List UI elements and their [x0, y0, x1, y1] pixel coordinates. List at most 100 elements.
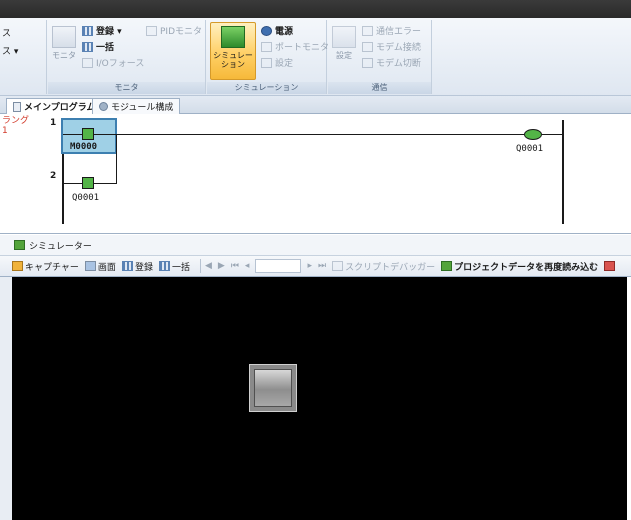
capture-label: キャプチャー: [25, 262, 79, 273]
pid-monitor-label: PIDモニタ: [160, 27, 203, 37]
all-icon: [82, 41, 93, 52]
comm-error-label: 通信エラー: [376, 27, 422, 37]
sim-settings-icon: [261, 57, 272, 68]
power-button[interactable]: 電源: [261, 24, 293, 37]
document-icon: [13, 101, 21, 112]
script-icon: [332, 261, 344, 271]
all-icon: [158, 261, 170, 271]
modem-disconnect-label: モデム切断: [376, 59, 421, 69]
rung-2-wire-right: [94, 183, 116, 184]
simulator-header: シミュレーター: [0, 235, 631, 255]
comm-settings-label: 設定: [336, 51, 352, 60]
script-debugger-button[interactable]: スクリプトデバッガー: [332, 260, 435, 273]
toolbar-separator: [199, 259, 201, 273]
all-button[interactable]: 一括: [82, 40, 114, 53]
screen-button[interactable]: 画面: [84, 260, 116, 273]
io-force-icon: [82, 57, 93, 68]
contact-label: Q0001: [72, 193, 100, 203]
simulation-label-line1: シミュレー: [213, 51, 253, 60]
rung-number: 1: [50, 118, 57, 128]
rung-2-wire-left: [63, 183, 82, 184]
comm-error-button[interactable]: 通信エラー: [362, 24, 421, 37]
reload-project-button[interactable]: プロジェクトデータを再度読み込む: [441, 260, 598, 273]
title-bar: [0, 0, 631, 18]
module-icon: [99, 102, 108, 111]
ribbon-group-monitor: モニタ 登録 ▾ 一括 I/Oフォース PIDモニタ モニタ: [48, 20, 206, 94]
reload-icon: [441, 261, 453, 271]
simulator-title: シミュレーター: [29, 241, 92, 252]
tab-module-config[interactable]: モジュール構成: [92, 98, 181, 114]
screen-label: 画面: [97, 262, 116, 273]
toolbar-register-button[interactable]: 登録: [121, 260, 153, 273]
modem-disconnect-icon: [362, 57, 373, 68]
ribbon-clipped-item-1[interactable]: ス: [2, 26, 11, 39]
prev-page-button[interactable]: ◂: [245, 261, 250, 271]
io-force-label: I/Oフォース: [96, 59, 145, 69]
first-page-button[interactable]: ⏮: [231, 261, 239, 271]
ribbon-group-communication: 設定 通信エラー モデム接続 モデム切断 通信: [328, 20, 432, 94]
simulation-icon: [221, 26, 245, 48]
coil-q0001[interactable]: [524, 129, 542, 140]
page-number-field[interactable]: [255, 259, 302, 273]
simulation-button[interactable]: シミュレー ション: [210, 22, 256, 80]
comm-error-icon: [362, 25, 373, 36]
comm-settings-icon: [332, 26, 356, 48]
side-note-line1: ラング: [2, 116, 30, 126]
power-label: 電源: [275, 27, 294, 37]
tab-main-program[interactable]: メインプログラム: [6, 98, 103, 114]
overflow-icon[interactable]: [604, 261, 616, 271]
simulator-canvas[interactable]: [12, 277, 627, 520]
ribbon-group-clipped: ス ス ▾: [0, 20, 47, 94]
sim-settings-button[interactable]: 設定: [261, 56, 293, 69]
pid-monitor-button[interactable]: PIDモニタ: [146, 24, 202, 37]
port-monitor-icon: [261, 41, 272, 52]
rung-1-wire-right: [542, 134, 562, 135]
pid-monitor-icon: [146, 25, 157, 36]
toolbar-all-button[interactable]: 一括: [158, 260, 190, 273]
monitor-icon: [52, 26, 76, 48]
io-force-button[interactable]: I/Oフォース: [82, 56, 144, 69]
back-button[interactable]: ◀: [205, 261, 212, 271]
ribbon-clipped-item-2[interactable]: ス ▾: [2, 44, 18, 57]
switch-face: [254, 369, 292, 407]
ribbon: ス ス ▾ モニタ 登録 ▾ 一括 I/Oフォース PIDモニタ モニタ シミュ…: [0, 18, 631, 96]
tab-main-program-label: メインプログラム: [24, 103, 96, 113]
last-page-button[interactable]: ⏭: [318, 261, 326, 271]
register-icon: [82, 25, 93, 36]
coil-label: Q0001: [516, 144, 544, 154]
side-note-line2: 1: [2, 126, 8, 136]
monitor-button[interactable]: モニタ: [52, 26, 76, 61]
register-button[interactable]: 登録 ▾: [82, 24, 122, 37]
comm-settings-button[interactable]: 設定: [332, 26, 356, 61]
ribbon-group-simulation: シミュレー ション 電源 ポートモニタ 設定 シミュレーション: [207, 20, 329, 94]
port-monitor-button[interactable]: ポートモニタ: [261, 40, 329, 53]
port-monitor-label: ポートモニタ: [275, 43, 330, 53]
contact-m0000[interactable]: [82, 128, 94, 140]
side-note: ラング 1: [2, 116, 29, 136]
next-page-button[interactable]: ▸: [307, 261, 312, 271]
monitor-group-label: モニタ: [48, 82, 205, 94]
toolbar-register-label: 登録: [134, 262, 153, 273]
forward-button[interactable]: ▶: [218, 261, 225, 271]
comm-group-label: 通信: [328, 82, 431, 94]
modem-connect-label: モデム接続: [376, 43, 421, 53]
modem-connect-icon: [362, 41, 373, 52]
document-tabs: メインプログラム モジュール構成: [0, 96, 631, 114]
rung-number: 2: [50, 171, 57, 181]
ribbon-clipped-label-1: ス: [2, 29, 12, 39]
simulated-switch[interactable]: [249, 364, 297, 412]
register-label: 登録 ▾: [96, 27, 122, 37]
all-label: 一括: [96, 43, 115, 53]
capture-button[interactable]: キャプチャー: [12, 260, 79, 273]
modem-disconnect-button[interactable]: モデム切断: [362, 56, 421, 69]
ladder-editor[interactable]: ラング 1 1 M0000 Q0001 2 Q0001: [0, 114, 631, 234]
simulation-group-label: シミュレーション: [207, 82, 326, 94]
contact-q0001[interactable]: [82, 177, 94, 189]
modem-connect-button[interactable]: モデム接続: [362, 40, 421, 53]
rung-1-wire-main: [94, 134, 524, 135]
reload-project-label: プロジェクトデータを再度読み込む: [454, 262, 599, 273]
branch-wire: [116, 134, 117, 184]
right-power-rail: [562, 120, 564, 224]
sim-settings-label: 設定: [275, 59, 294, 69]
power-icon: [261, 25, 272, 36]
